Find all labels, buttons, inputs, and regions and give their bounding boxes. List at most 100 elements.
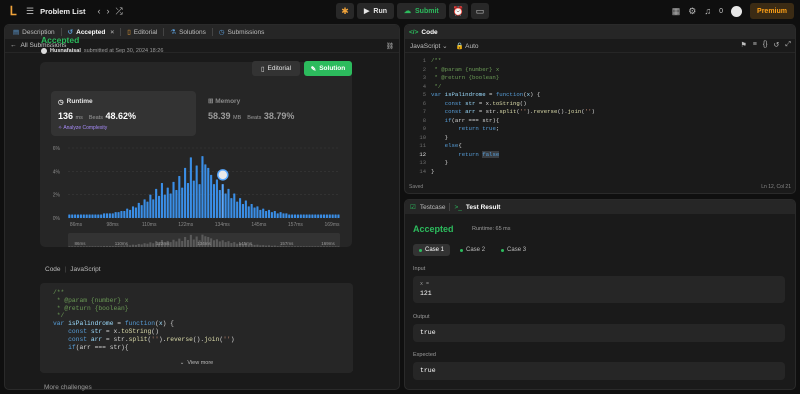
navigator-tick-label: 122ms xyxy=(156,241,170,246)
reset-icon[interactable]: ↺ xyxy=(774,41,780,49)
code-language: JavaScript xyxy=(70,266,101,273)
premium-button[interactable]: Premium xyxy=(750,3,794,19)
chart-bar xyxy=(117,212,120,218)
chart-bar xyxy=(160,183,163,218)
chart-bar xyxy=(140,205,143,218)
chevron-right-icon[interactable]: › xyxy=(107,4,110,18)
code-editor[interactable]: /** * @param {number} x * @return {boole… xyxy=(431,57,595,176)
notes-button[interactable]: ▭ xyxy=(470,3,489,19)
tab-solutions-label: Solutions xyxy=(179,28,206,36)
y-tick-label: 0% xyxy=(53,216,61,222)
analyze-complexity-link[interactable]: ✧ Analyze Complexity xyxy=(58,125,107,131)
tab-submissions[interactable]: ◷ Submissions xyxy=(215,28,269,37)
close-icon[interactable]: × xyxy=(110,29,114,36)
link-icon[interactable]: ⛓ xyxy=(386,42,394,50)
x-tick-label: 157ms xyxy=(288,222,304,228)
navigator-bar xyxy=(317,246,320,247)
case-tab-2[interactable]: Case 2 xyxy=(454,244,491,256)
user-avatar[interactable] xyxy=(731,5,743,17)
chart-bar xyxy=(181,187,184,218)
braces-icon[interactable]: {} xyxy=(763,41,768,49)
navigator-bar xyxy=(71,246,74,247)
y-tick-label: 6% xyxy=(53,146,61,152)
view-more-button[interactable]: ⌄ View more xyxy=(40,355,353,371)
code-label: Code xyxy=(45,266,61,273)
runtime-card[interactable]: ◷ Runtime 136 ms Beats 48.62% ✧ Analyze Co… xyxy=(51,91,196,136)
alarm-icon: ⏰ xyxy=(452,5,464,16)
current-runtime-marker xyxy=(217,169,229,181)
bookmark-icon[interactable]: ⚑ xyxy=(740,41,746,49)
editorial-button[interactable]: ▯ Editorial xyxy=(252,61,300,76)
settings-icon[interactable]: ⚙ xyxy=(688,4,696,18)
chart-bar xyxy=(155,188,158,218)
navigator-bar xyxy=(276,246,279,247)
navigator-bar xyxy=(230,243,233,247)
chart-bar xyxy=(273,211,276,218)
leetcode-logo-icon[interactable]: ᒪ xyxy=(6,4,20,18)
runtime-beats-value: 48.62% xyxy=(105,111,137,121)
chart-bar xyxy=(267,209,271,218)
chart-bar xyxy=(279,212,282,218)
runtime-distribution-chart[interactable]: 0% 2% 4% 6% 86ms 98ms 110ms 122ms 134ms 145ms 157m… xyxy=(40,140,352,258)
chart-bar xyxy=(178,176,181,218)
chart-bar xyxy=(265,211,268,218)
memory-card[interactable]: ⊞ Memory 58.39 MB Beats 38.79% xyxy=(208,97,294,121)
list-icon[interactable]: ☰ xyxy=(26,4,34,18)
layout-icon[interactable]: ▦ xyxy=(672,4,681,18)
chart-bar xyxy=(328,214,331,218)
chart-bar xyxy=(198,184,201,218)
chart-bar xyxy=(126,208,129,218)
fullscreen-icon[interactable]: ⤢ xyxy=(785,41,791,49)
problem-list-link[interactable]: Problem List xyxy=(40,7,85,16)
language-select[interactable]: JavaScript ⌄ xyxy=(410,42,448,50)
tab-code[interactable]: Code xyxy=(421,29,437,36)
submit-button[interactable]: ☁ Submit xyxy=(397,3,446,19)
book-icon: ▯ xyxy=(127,29,131,36)
debug-button[interactable]: ✱ xyxy=(336,3,354,19)
tab-editorial-label: Editorial xyxy=(133,28,158,36)
chart-bar xyxy=(189,157,192,218)
solution-button[interactable]: ✎ Solution xyxy=(304,61,352,76)
chart-bar xyxy=(236,201,239,218)
memory-beats-label: Beats xyxy=(247,115,262,121)
case-tab-1[interactable]: Case 1 xyxy=(413,244,451,256)
chart-bar xyxy=(192,180,195,218)
tab-testcase[interactable]: Testcase xyxy=(420,204,446,211)
case-tab-3[interactable]: Case 3 xyxy=(495,244,532,256)
line-numbers: 1 2 3 4 5 6 7 8 9 10 11 12 13 14 xyxy=(409,57,426,176)
chart-bar xyxy=(175,190,178,218)
lock-icon: 🔒 xyxy=(455,42,464,50)
x-tick-label: 110ms xyxy=(142,222,157,228)
x-tick-label: 134ms xyxy=(215,222,231,228)
navigator-tick-label: 157ms xyxy=(280,241,294,246)
tab-solutions[interactable]: ⚗ Solutions xyxy=(166,28,210,37)
chart-bar xyxy=(334,214,337,218)
navigator-bar xyxy=(152,243,155,247)
chevron-left-icon[interactable]: ‹ xyxy=(98,4,101,18)
tab-test-result[interactable]: Test Result xyxy=(466,204,501,211)
navigator-bar xyxy=(227,241,230,247)
chart-bar xyxy=(85,214,88,218)
navigator-bar xyxy=(285,246,288,247)
user-avatar-small[interactable] xyxy=(41,48,47,54)
timer-button[interactable]: ⏰ xyxy=(448,3,468,19)
format-icon[interactable]: ≡ xyxy=(753,41,757,49)
shuffle-icon[interactable]: ⤮ xyxy=(116,4,123,18)
tab-editorial[interactable]: ▯ Editorial xyxy=(123,28,161,37)
input-box: x = 121 xyxy=(413,276,785,303)
submission-user[interactable]: Husnafaisal xyxy=(50,48,81,54)
run-button[interactable]: ▶ Run xyxy=(357,3,394,19)
chart-bar xyxy=(143,199,146,218)
navigator-bar xyxy=(129,245,132,247)
bell-icon[interactable]: ♫ xyxy=(704,4,711,18)
navigator-bar xyxy=(94,246,97,247)
line-number: 11 xyxy=(419,142,426,149)
navigator-bar xyxy=(259,245,262,247)
chart-bar xyxy=(320,214,323,218)
submission-status: Accepted xyxy=(41,35,80,45)
navigator-bar xyxy=(224,242,227,247)
chevron-down-icon: ⌄ xyxy=(179,360,185,366)
navigator-bar xyxy=(108,246,111,247)
chart-bar xyxy=(325,214,328,218)
auto-mode[interactable]: 🔒 Auto xyxy=(456,42,479,50)
